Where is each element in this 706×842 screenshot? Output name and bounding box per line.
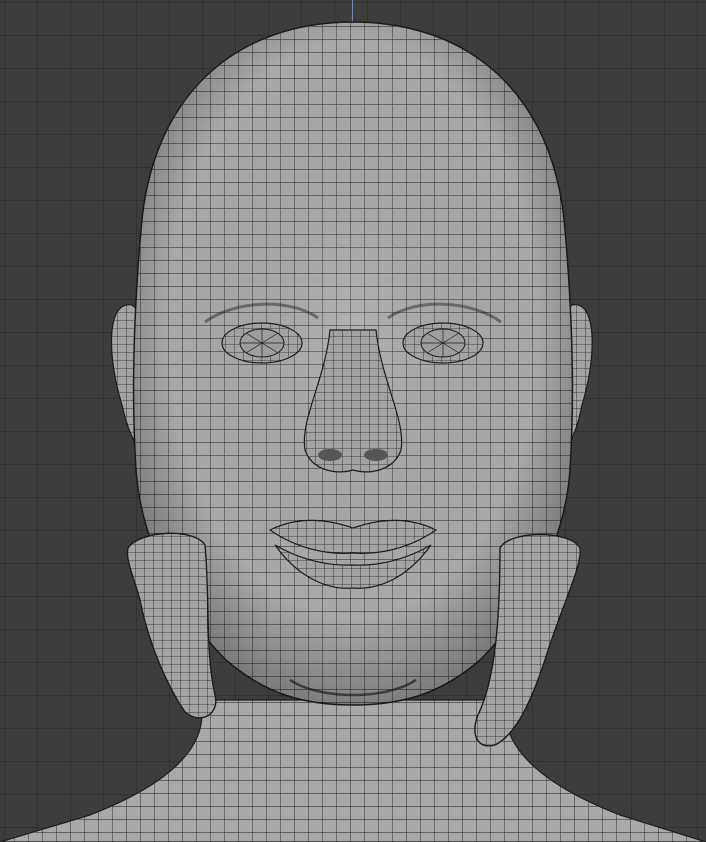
- right-eye: [402, 322, 484, 364]
- neck-mesh: [0, 699, 706, 842]
- 3d-viewport[interactable]: [0, 0, 706, 842]
- left-eye: [221, 322, 303, 364]
- head-mesh[interactable]: [0, 0, 706, 842]
- left-nostril: [318, 449, 342, 461]
- right-nostril: [364, 449, 388, 461]
- left-tusk: [126, 532, 217, 719]
